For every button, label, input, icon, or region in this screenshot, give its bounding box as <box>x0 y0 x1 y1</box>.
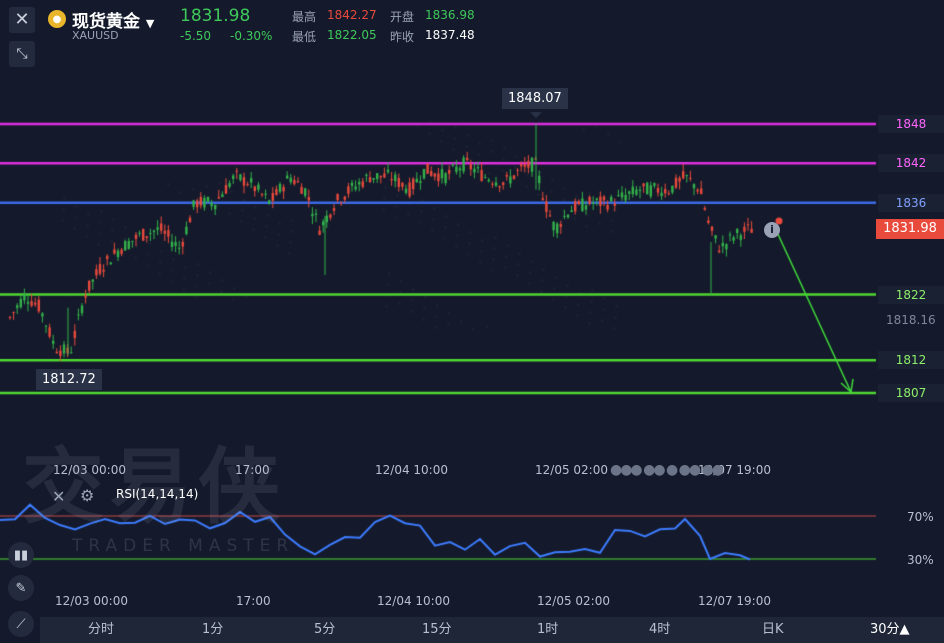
rsi-lower-label: 30% <box>907 553 934 567</box>
loading-dots-icon: ●●● ●● ● ●● ●● <box>610 462 724 478</box>
time-label: 12/04 10:00 <box>375 463 448 477</box>
level-label-1848: 1848 <box>878 115 944 133</box>
tab-daily[interactable]: 日K <box>762 617 784 643</box>
chevron-down-icon[interactable]: ▼ <box>146 17 154 30</box>
high-marker-label: 1848.07 <box>502 88 568 109</box>
tab-1min[interactable]: 1分 <box>202 617 223 643</box>
rsi-upper-label: 70% <box>907 510 934 524</box>
symbol-code: XAUUSD <box>72 29 119 42</box>
tab-1hour[interactable]: 1时 <box>537 617 558 643</box>
settings-icon[interactable]: ⚙ <box>80 486 94 505</box>
tab-5min[interactable]: 5分 <box>314 617 335 643</box>
low-value: 1822.05 <box>327 28 377 42</box>
close-button[interactable]: ✕ <box>9 7 35 33</box>
level-label-1836: 1836 <box>878 193 944 212</box>
level-label-1842: 1842 <box>878 154 944 173</box>
info-icon[interactable]: i <box>764 222 780 238</box>
indicator-button[interactable]: ▮▮ <box>8 542 34 568</box>
rsi-time-label: 12/04 10:00 <box>377 594 450 608</box>
level-label-1822: 1822 <box>878 285 944 304</box>
prev-close-value: 1837.48 <box>425 28 475 42</box>
axis-mid-value: 1818.16 <box>886 313 936 327</box>
time-label: 12/05 02:00 <box>535 463 608 477</box>
watermark-logo: 交易侠 <box>22 440 287 535</box>
collapse-button[interactable]: ⤡ <box>9 41 35 67</box>
tab-timeshare[interactable]: 分时 <box>88 617 114 643</box>
price-change-pct: -0.30% <box>230 29 273 43</box>
rsi-title: RSI(14,14,14) <box>116 487 199 501</box>
high-label: 最高 <box>292 10 317 24</box>
open-value: 1836.98 <box>425 8 475 22</box>
prev-close-label: 昨收 <box>390 30 415 44</box>
watermark-text: TRADER MASTER <box>72 536 295 556</box>
line-tool-icon: ⟋ <box>16 616 26 632</box>
tab-4hour[interactable]: 4时 <box>649 617 670 643</box>
close-rsi-icon[interactable]: ✕ <box>52 487 65 506</box>
pencil-icon: ✎ <box>15 580 27 596</box>
gold-logo-icon: ● <box>48 10 66 28</box>
rsi-time-label: 12/05 02:00 <box>537 594 610 608</box>
draw-button[interactable]: ✎ <box>8 575 34 601</box>
low-marker-label: 1812.72 <box>36 369 102 390</box>
bar-chart-icon: ▮▮ <box>13 547 29 563</box>
level-label-1807: 1807 <box>878 384 944 402</box>
collapse-arrows-icon: ⤡ <box>16 46 28 62</box>
price-change: -5.50 <box>180 29 212 43</box>
close-icon: ✕ <box>14 9 30 30</box>
last-price: 1831.98 <box>180 6 251 26</box>
high-value: 1842.27 <box>327 8 377 22</box>
rsi-time-label: 12/03 00:00 <box>55 594 128 608</box>
tab-15min[interactable]: 15分 <box>422 617 452 643</box>
level-label-1812: 1812 <box>878 351 944 370</box>
low-label: 最低 <box>292 30 317 44</box>
current-price-tag: 1831.98 <box>876 219 944 239</box>
tab-30min-selected[interactable]: 30分▲ <box>870 617 910 643</box>
rsi-time-label: 12/07 19:00 <box>698 594 771 608</box>
drawing-tools-button[interactable]: ⟋ <box>8 611 34 637</box>
rsi-time-label: 17:00 <box>236 594 271 608</box>
open-label: 开盘 <box>390 10 415 24</box>
period-tabs-bar <box>40 617 944 643</box>
